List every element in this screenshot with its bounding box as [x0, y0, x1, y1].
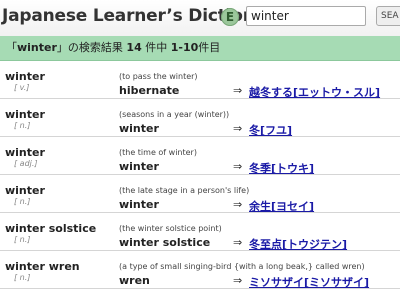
arrow-icon: ⇒: [233, 122, 243, 135]
arrow-icon: ⇒: [233, 84, 243, 97]
results-list: winter [ v.] (to pass the winter) hibern…: [0, 61, 400, 289]
entry-translation: hibernate: [119, 84, 180, 97]
entry-gloss: (the time of winter): [119, 148, 197, 157]
result-row: winter wren [ n.] (a type of small singi…: [0, 251, 400, 289]
entry-pos: [ n.]: [14, 235, 31, 244]
entry-gloss: (the winter solstice point): [119, 224, 222, 233]
japanese-entry-link[interactable]: 冬季[トウキ]: [249, 160, 314, 176]
results-open-quote: 「: [6, 41, 17, 54]
result-row: winter [ n.] (seasons in a year (winter)…: [0, 99, 400, 137]
entry-gloss: (to pass the winter): [119, 72, 198, 81]
entry-translation: wren: [119, 274, 150, 287]
result-row: winter solstice [ n.] (the winter solsti…: [0, 213, 400, 251]
japanese-entry-link[interactable]: 冬至点[トウジテン]: [249, 236, 347, 252]
entry-word: winter: [5, 70, 45, 83]
japanese-entry-link[interactable]: ミソサザイ[ミソサザイ]: [249, 274, 369, 290]
results-summary: 「winter」の検索結果 14 件中 1-10件目: [0, 36, 400, 60]
search-input[interactable]: [246, 6, 366, 26]
results-range: 1-10: [170, 41, 199, 54]
entry-pos: [ adj.]: [14, 159, 38, 168]
entry-translation: winter: [119, 198, 159, 211]
entry-pos: [ n.]: [14, 197, 31, 206]
arrow-icon: ⇒: [233, 274, 243, 287]
entry-translation: winter solstice: [119, 236, 211, 249]
entry-translation: winter: [119, 122, 159, 135]
entry-gloss: (seasons in a year (winter)): [119, 110, 230, 119]
header-bar: Japanese Learner’s Dictionary E SEA: [0, 0, 400, 36]
results-summary-bar: 「winter」の検索結果 14 件中 1-10件目: [0, 36, 400, 61]
entry-gloss: (a type of small singing-bird {with a lo…: [119, 262, 365, 271]
japanese-entry-link[interactable]: 余生[ヨセイ]: [249, 198, 314, 214]
entry-pos: [ n.]: [14, 121, 31, 130]
result-row: winter [ adj.] (the time of winter) wint…: [0, 137, 400, 175]
arrow-icon: ⇒: [233, 198, 243, 211]
results-query: winter: [17, 41, 57, 54]
search-button[interactable]: SEA: [376, 6, 400, 26]
result-row: winter [ n.] (the late stage in a person…: [0, 175, 400, 213]
japanese-entry-link[interactable]: 越冬する[エットウ・スル]: [249, 84, 380, 100]
results-label: 」の検索結果: [56, 41, 127, 54]
results-count: 14: [126, 41, 142, 54]
results-mid-label: 件中: [141, 41, 171, 54]
app-title: Japanese Learner’s Dictionary: [2, 6, 285, 26]
entry-word: winter: [5, 184, 45, 197]
entry-gloss: (the late stage in a person's life): [119, 186, 250, 195]
entry-word: winter wren: [5, 260, 80, 273]
result-row: winter [ v.] (to pass the winter) hibern…: [0, 61, 400, 99]
entry-pos: [ v.]: [14, 83, 30, 92]
entry-word: winter: [5, 108, 45, 121]
results-end-label: 件目: [198, 41, 221, 54]
japanese-entry-link[interactable]: 冬[フユ]: [249, 122, 292, 138]
arrow-icon: ⇒: [233, 236, 243, 249]
entry-translation: winter: [119, 160, 159, 173]
arrow-icon: ⇒: [233, 160, 243, 173]
entry-word: winter solstice: [5, 222, 97, 235]
language-toggle-icon[interactable]: E: [221, 8, 239, 26]
entry-pos: [ n.]: [14, 273, 31, 282]
entry-word: winter: [5, 146, 45, 159]
